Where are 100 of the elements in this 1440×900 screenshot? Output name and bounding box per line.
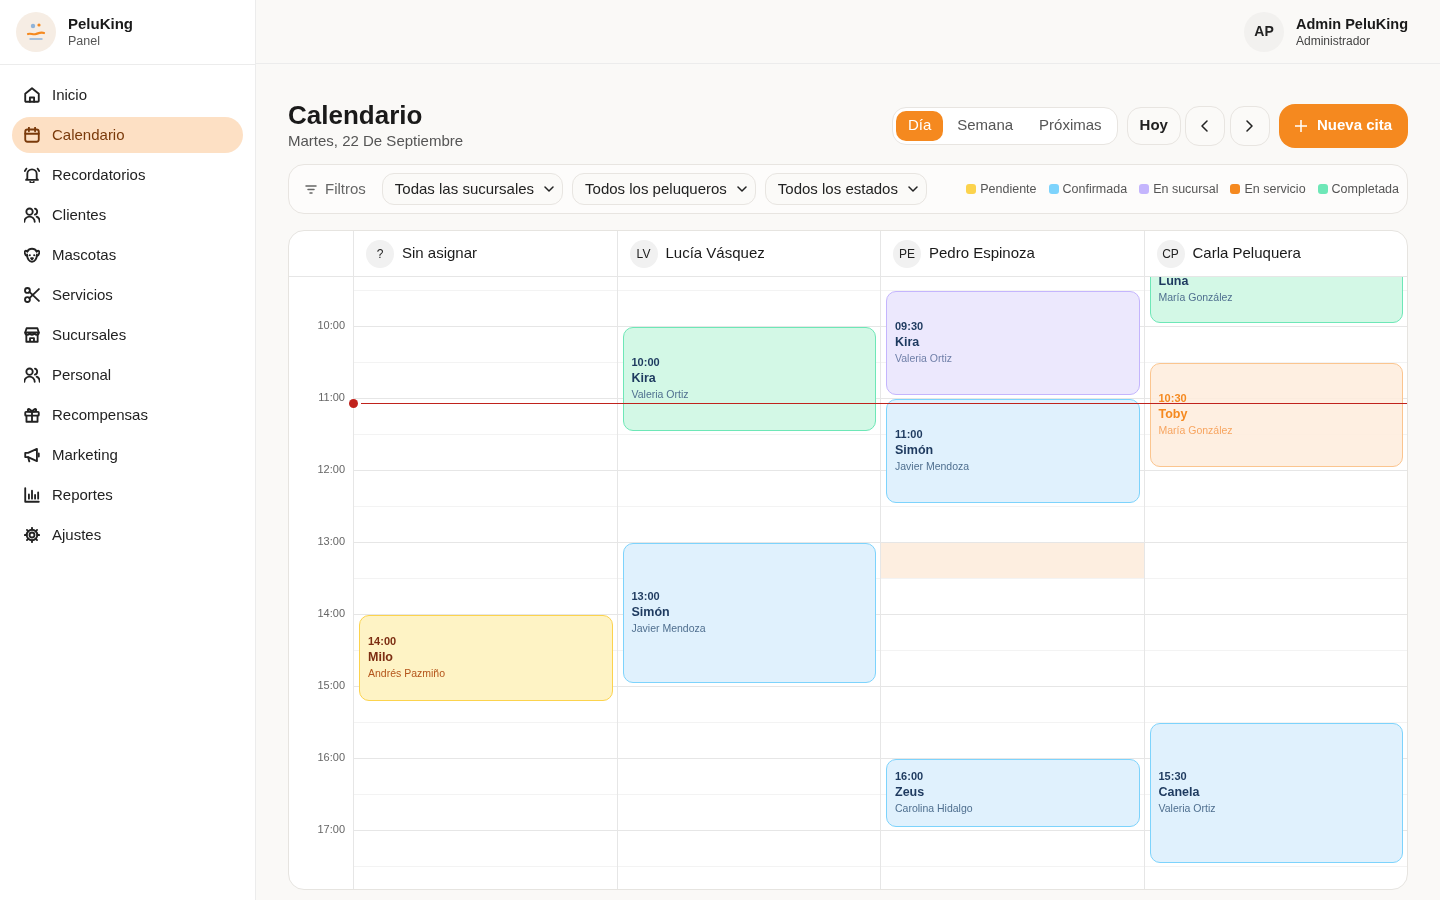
staff-avatar: CP bbox=[1156, 239, 1185, 268]
pet-name: Toby bbox=[1158, 406, 1189, 422]
scissors-icon bbox=[24, 287, 40, 303]
time-label: 13:00 bbox=[317, 534, 345, 548]
user-name: Admin PeluKing bbox=[1296, 14, 1408, 33]
time-label: 15:00 bbox=[317, 678, 345, 692]
nav-item[interactable]: Sucursales bbox=[12, 317, 243, 353]
appointment-time: 16:00 bbox=[895, 769, 925, 784]
home-icon bbox=[24, 87, 40, 103]
appointment-card[interactable]: 14:00 Milo Andrés Pazmiño bbox=[359, 615, 613, 701]
view-tab[interactable]: Semana bbox=[945, 110, 1026, 141]
pet-name: Kira bbox=[895, 334, 921, 350]
staff-avatar: LV bbox=[629, 239, 658, 268]
appointment-time: 11:00 bbox=[895, 427, 924, 442]
pet-name: Zeus bbox=[895, 784, 926, 800]
client-name: María González bbox=[1158, 289, 1234, 305]
appointment-card[interactable]: 16:00 Zeus Carolina Hidalgo bbox=[886, 759, 1140, 827]
filter-dropdown[interactable]: Todos los peluqueros bbox=[572, 173, 756, 205]
bar-chart-icon bbox=[24, 487, 40, 503]
appointment-card[interactable]: 10:00 Kira Valeria Ortiz bbox=[622, 327, 876, 431]
time-label: 10:00 bbox=[317, 318, 345, 332]
view-tab[interactable]: Próximas bbox=[1027, 110, 1114, 141]
client-name: Valeria Ortiz bbox=[631, 387, 690, 402]
megaphone-icon bbox=[24, 447, 40, 463]
staff-name: Sin asignar bbox=[402, 243, 478, 264]
brand-name: PeluKing bbox=[68, 15, 133, 33]
filters-label: Filtros bbox=[325, 178, 366, 199]
appointment-card[interactable]: 13:00 Simón Javier Mendoza bbox=[622, 543, 876, 683]
legend-label: En sucursal bbox=[1153, 180, 1219, 198]
legend-label: Completada bbox=[1331, 180, 1399, 198]
nav-item[interactable]: Calendario bbox=[12, 117, 243, 153]
nav-item[interactable]: Inicio bbox=[12, 77, 243, 113]
client-name: Carolina Hidalgo bbox=[895, 801, 974, 816]
page-date: Martes, 22 De Septiembre bbox=[288, 131, 464, 151]
time-label: 14:00 bbox=[317, 606, 345, 620]
client-name: Javier Mendoza bbox=[895, 459, 971, 474]
appointment-time: 09:30 bbox=[895, 319, 925, 334]
calendar-icon bbox=[24, 127, 40, 143]
time-label: 17:00 bbox=[317, 822, 345, 836]
chevron-down-icon bbox=[736, 186, 747, 192]
filter-dropdown[interactable]: Todos los estados bbox=[764, 173, 927, 205]
filter-icon bbox=[305, 184, 317, 194]
appointment-time: 10:00 bbox=[631, 355, 661, 370]
staff-name: Pedro Espinoza bbox=[929, 243, 1035, 264]
staff-avatar: PE bbox=[893, 239, 921, 268]
appointment-time: 14:00 bbox=[368, 634, 398, 649]
nav-item[interactable]: Reportes bbox=[12, 477, 243, 513]
client-name: Javier Mendoza bbox=[631, 621, 707, 636]
pet-name: Canela bbox=[1158, 784, 1201, 800]
plus-icon bbox=[1294, 119, 1307, 132]
nav-item[interactable]: Marketing bbox=[12, 437, 243, 473]
nav-item[interactable]: Servicios bbox=[12, 277, 243, 313]
appointment-time: 13:00 bbox=[631, 589, 661, 604]
staff-avatar: ? bbox=[366, 239, 394, 268]
time-label: 12:00 bbox=[317, 462, 345, 476]
users-icon bbox=[24, 367, 40, 383]
client-name: Andrés Pazmiño bbox=[368, 666, 447, 681]
staff-name: Lucía Vásquez bbox=[665, 243, 765, 264]
page-title: Calendario bbox=[288, 100, 424, 131]
legend-label: En servicio bbox=[1244, 180, 1306, 198]
staff-name: Carla Peluquera bbox=[1192, 243, 1301, 264]
nav-item[interactable]: Recordatorios bbox=[12, 157, 243, 193]
appointment-card[interactable]: 15:30 Canela Valeria Ortiz bbox=[1149, 723, 1403, 863]
user-role: Administrador bbox=[1296, 32, 1372, 49]
logo-icon bbox=[16, 12, 56, 52]
client-name: Valeria Ortiz bbox=[1158, 801, 1217, 816]
legend-label: Confirmada bbox=[1062, 180, 1128, 198]
nav-item[interactable]: Personal bbox=[12, 357, 243, 393]
appointment-time: 10:30 bbox=[1158, 391, 1188, 406]
appointment-card[interactable]: 09:30 Kira Valeria Ortiz bbox=[886, 291, 1140, 395]
today-button[interactable]: Hoy bbox=[1126, 106, 1181, 145]
appointment-card[interactable]: 11:00 Simón Javier Mendoza bbox=[886, 399, 1140, 503]
nav-item[interactable]: Ajustes bbox=[12, 517, 243, 553]
store-icon bbox=[24, 327, 40, 343]
nav-item[interactable]: Recompensas bbox=[12, 397, 243, 433]
brand-subtitle: Panel bbox=[68, 33, 101, 49]
nav-item[interactable]: Mascotas bbox=[12, 237, 243, 273]
time-label: 16:00 bbox=[317, 750, 345, 764]
time-label: 11:00 bbox=[318, 390, 345, 404]
chevron-down-icon bbox=[907, 186, 918, 192]
chevron-down-icon bbox=[544, 186, 555, 192]
dog-face-icon bbox=[24, 247, 40, 263]
client-name: María González bbox=[1158, 423, 1234, 438]
settings-icon bbox=[24, 527, 40, 543]
pet-name: Simón bbox=[895, 442, 935, 458]
appointment-time: 15:30 bbox=[1158, 769, 1188, 784]
previous-button[interactable] bbox=[1184, 105, 1225, 146]
bell-icon bbox=[24, 167, 40, 183]
pet-name: Simón bbox=[631, 604, 671, 620]
next-button[interactable] bbox=[1229, 105, 1270, 146]
legend-label: Pendiente bbox=[980, 180, 1037, 198]
user-avatar: AP bbox=[1244, 11, 1284, 52]
gift-icon bbox=[24, 407, 40, 423]
client-name: Valeria Ortiz bbox=[895, 351, 953, 366]
chevron-left-icon bbox=[1201, 119, 1209, 132]
nav-item[interactable]: Clientes bbox=[12, 197, 243, 233]
pet-name: Milo bbox=[368, 649, 394, 665]
chevron-right-icon bbox=[1246, 119, 1254, 132]
users-icon bbox=[24, 207, 40, 223]
filter-dropdown[interactable]: Todas las sucursales bbox=[381, 173, 564, 205]
